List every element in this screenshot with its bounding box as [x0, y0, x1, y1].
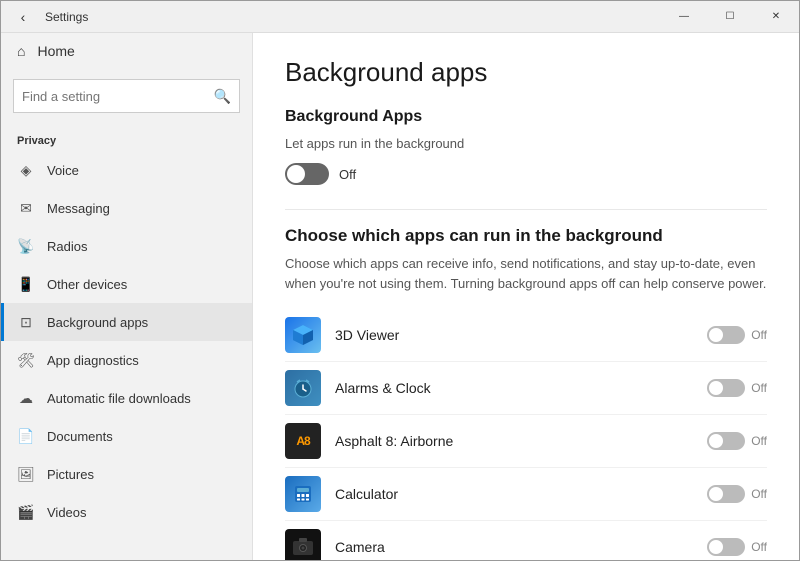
sidebar-item-other-devices[interactable]: 📱 Other devices: [1, 265, 252, 303]
camera-toggle[interactable]: [707, 538, 745, 556]
choose-section-title: Choose which apps can run in the backgro…: [285, 226, 767, 246]
camera-icon: [285, 529, 321, 560]
sidebar-item-home[interactable]: ⌂ Home: [1, 33, 252, 69]
sidebar-item-label: Pictures: [47, 467, 94, 482]
sidebar: ⌂ Home 🔍 Privacy ◈ Voice ✉ Messaging 📡: [1, 33, 253, 560]
background-apps-toggle-row: Off: [285, 163, 767, 185]
titlebar: ‹ Settings — ☐ ✕: [1, 1, 799, 33]
sidebar-item-label: Messaging: [47, 201, 110, 216]
search-icon: 🔍: [214, 88, 231, 105]
page-title: Background apps: [285, 57, 767, 88]
calculator-toggle-label: Off: [751, 487, 767, 501]
camera-toggle-label: Off: [751, 540, 767, 554]
calculator-toggle[interactable]: [707, 485, 745, 503]
asphalt-name: Asphalt 8: Airborne: [335, 433, 707, 449]
radios-icon: 📡: [17, 237, 35, 255]
3d-viewer-name: 3D Viewer: [335, 327, 707, 343]
alarms-clock-toggle-row: Off: [707, 379, 767, 397]
sidebar-item-pictures[interactable]: 🖼 Pictures: [1, 455, 252, 493]
sidebar-item-background-apps[interactable]: ⊡ Background apps: [1, 303, 252, 341]
titlebar-controls: — ☐ ✕: [661, 1, 799, 33]
background-apps-toggle[interactable]: [285, 163, 329, 185]
app-list: 3D Viewer Off: [285, 309, 767, 560]
sidebar-section-privacy: Privacy: [1, 123, 252, 151]
background-apps-desc: Let apps run in the background: [285, 136, 767, 151]
app-item-3d-viewer: 3D Viewer Off: [285, 309, 767, 362]
asphalt-toggle[interactable]: [707, 432, 745, 450]
3d-viewer-toggle[interactable]: [707, 326, 745, 344]
pictures-icon: 🖼: [17, 465, 35, 483]
asphalt-toggle-row: Off: [707, 432, 767, 450]
sidebar-item-messaging[interactable]: ✉ Messaging: [1, 189, 252, 227]
calculator-icon: [285, 476, 321, 512]
choose-section-desc: Choose which apps can receive info, send…: [285, 254, 767, 293]
app-item-alarms-clock: Alarms & Clock Off: [285, 362, 767, 415]
sidebar-item-automatic-file-downloads[interactable]: ☁ Automatic file downloads: [1, 379, 252, 417]
camera-toggle-row: Off: [707, 538, 767, 556]
close-button[interactable]: ✕: [753, 1, 799, 33]
alarms-clock-toggle[interactable]: [707, 379, 745, 397]
window-title: Settings: [45, 10, 88, 24]
calculator-toggle-row: Off: [707, 485, 767, 503]
app-item-asphalt: A8 Asphalt 8: Airborne Off: [285, 415, 767, 468]
voice-icon: ◈: [17, 161, 35, 179]
other-devices-icon: 📱: [17, 275, 35, 293]
sidebar-item-voice[interactable]: ◈ Voice: [1, 151, 252, 189]
videos-icon: 🎬: [17, 503, 35, 521]
3d-viewer-icon: [285, 317, 321, 353]
back-button[interactable]: ‹: [9, 3, 37, 31]
maximize-button[interactable]: ☐: [707, 1, 753, 33]
sidebar-item-label: Videos: [47, 505, 87, 520]
sidebar-item-label: Other devices: [47, 277, 127, 292]
minimize-button[interactable]: —: [661, 1, 707, 33]
search-input[interactable]: [22, 89, 208, 104]
app-diagnostics-icon: 🛠: [17, 351, 35, 369]
sidebar-item-label: App diagnostics: [47, 353, 139, 368]
titlebar-left: ‹ Settings: [9, 3, 88, 31]
sidebar-home-label: Home: [37, 43, 74, 59]
background-apps-icon: ⊡: [17, 313, 35, 331]
sidebar-item-documents[interactable]: 📄 Documents: [1, 417, 252, 455]
background-apps-toggle-label: Off: [339, 167, 356, 182]
alarms-clock-toggle-label: Off: [751, 381, 767, 395]
calculator-name: Calculator: [335, 486, 707, 502]
sidebar-item-label: Documents: [47, 429, 113, 444]
asphalt-toggle-label: Off: [751, 434, 767, 448]
sidebar-item-label: Automatic file downloads: [47, 391, 191, 406]
automatic-downloads-icon: ☁: [17, 389, 35, 407]
camera-name: Camera: [335, 539, 707, 555]
app-item-camera: Camera Off: [285, 521, 767, 560]
3d-viewer-toggle-row: Off: [707, 326, 767, 344]
divider: [285, 209, 767, 210]
3d-viewer-toggle-label: Off: [751, 328, 767, 342]
app-item-calculator: Calculator Off: [285, 468, 767, 521]
background-apps-section-title: Background Apps: [285, 108, 767, 126]
documents-icon: 📄: [17, 427, 35, 445]
sidebar-item-radios[interactable]: 📡 Radios: [1, 227, 252, 265]
sidebar-item-videos[interactable]: 🎬 Videos: [1, 493, 252, 531]
alarms-clock-name: Alarms & Clock: [335, 380, 707, 396]
messaging-icon: ✉: [17, 199, 35, 217]
sidebar-item-label: Background apps: [47, 315, 148, 330]
sidebar-item-label: Voice: [47, 163, 79, 178]
main-content: Background apps Background Apps Let apps…: [253, 33, 799, 560]
search-box[interactable]: 🔍: [13, 79, 240, 113]
content-area: ⌂ Home 🔍 Privacy ◈ Voice ✉ Messaging 📡: [1, 33, 799, 560]
sidebar-item-label: Radios: [47, 239, 87, 254]
sidebar-item-app-diagnostics[interactable]: 🛠 App diagnostics: [1, 341, 252, 379]
asphalt-icon: A8: [285, 423, 321, 459]
settings-window: ‹ Settings — ☐ ✕ ⌂ Home 🔍 Privacy: [0, 0, 800, 561]
alarms-clock-icon: [285, 370, 321, 406]
home-icon: ⌂: [17, 43, 25, 59]
